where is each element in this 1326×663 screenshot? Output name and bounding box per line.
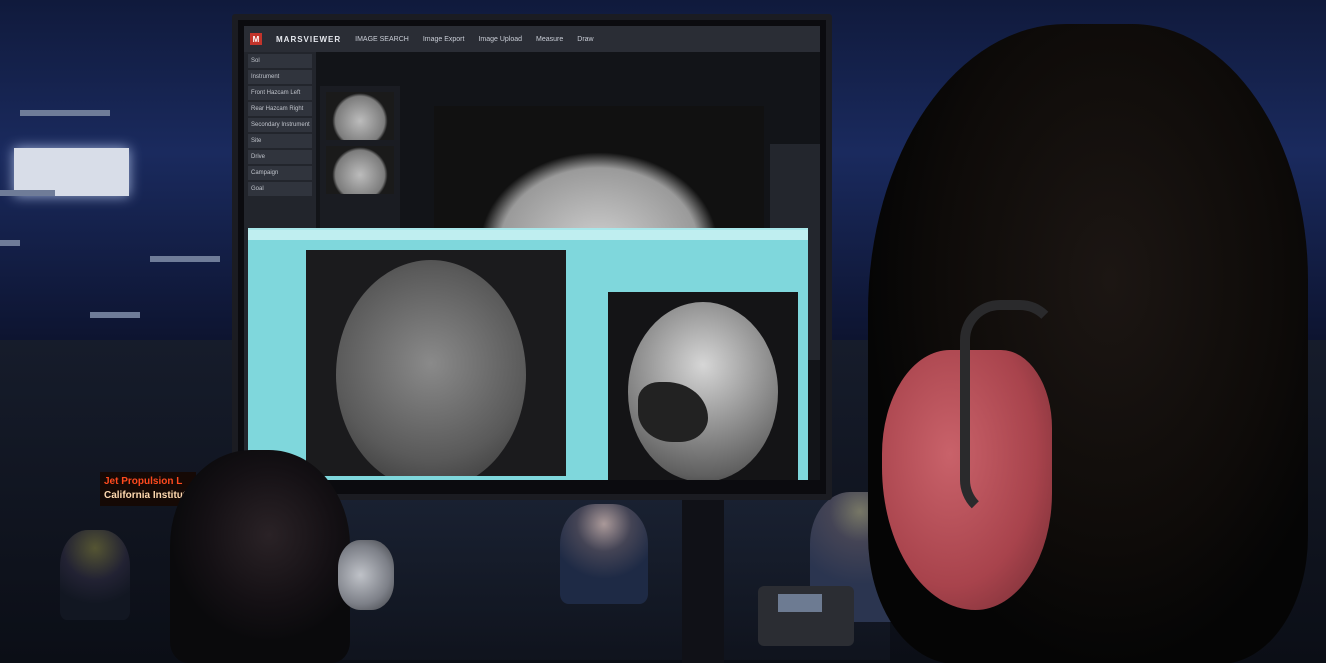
monitor-screen: M MARSVIEWER IMAGE SEARCH Image Export I… — [244, 26, 820, 480]
ceiling-light-slot — [0, 190, 55, 196]
sidebar-item-site: Site — [248, 134, 312, 148]
marsviewer-app-bar: M MARSVIEWER IMAGE SEARCH Image Export I… — [244, 26, 820, 52]
phone-display — [778, 594, 822, 612]
ceiling-light-slot — [150, 256, 220, 262]
sidebar-item-drive: Drive — [248, 150, 312, 164]
monitor: M MARSVIEWER IMAGE SEARCH Image Export I… — [232, 14, 832, 500]
image-viewer-window — [248, 228, 808, 480]
desk-phone — [758, 586, 854, 646]
sidebar-item-goal: Goal — [248, 182, 312, 196]
sidebar-item-rear-hazcam: Rear Hazcam Right — [248, 102, 312, 116]
menu-image-upload: Image Upload — [478, 35, 523, 43]
app-brand: MARSVIEWER — [276, 34, 342, 44]
sidebar-item-campaign: Campaign — [248, 166, 312, 180]
menu-image-search: IMAGE SEARCH — [355, 35, 409, 43]
rear-hazcam-image — [608, 292, 798, 480]
image-thumbnail — [326, 146, 394, 194]
sidebar-item-front-hazcam: Front Hazcam Left — [248, 86, 312, 100]
marsviewer-logo: M — [250, 33, 262, 45]
background-person — [560, 504, 648, 604]
monitor-stand — [682, 500, 724, 663]
engineer-with-headset — [170, 450, 350, 663]
mission-control-photo: Jet Propulsion L California Institute o … — [0, 0, 1326, 663]
menu-draw: Draw — [577, 35, 594, 43]
headset-band — [960, 300, 1060, 520]
ceiling-light-panel — [14, 148, 129, 196]
ceiling-light-slot — [20, 110, 110, 116]
sign-line-1: Jet Propulsion L — [104, 476, 183, 487]
sidebar-item-instrument: Instrument — [248, 70, 312, 84]
front-hazcam-image — [306, 250, 566, 476]
viewer-title-bar — [248, 230, 808, 240]
menu-measure: Measure — [536, 35, 564, 43]
camera-on-tripod — [338, 540, 394, 610]
image-thumbnail — [326, 92, 394, 140]
menu-image-export: Image Export — [422, 35, 465, 43]
ceiling-light-slot — [90, 312, 140, 318]
mars-surface-disc — [336, 260, 526, 476]
ceiling-light-slot — [0, 240, 20, 246]
background-person — [60, 530, 130, 620]
sidebar-item-sol: Sol — [248, 54, 312, 68]
sidebar-item-secondary-instrument: Secondary Instrument — [248, 118, 312, 132]
